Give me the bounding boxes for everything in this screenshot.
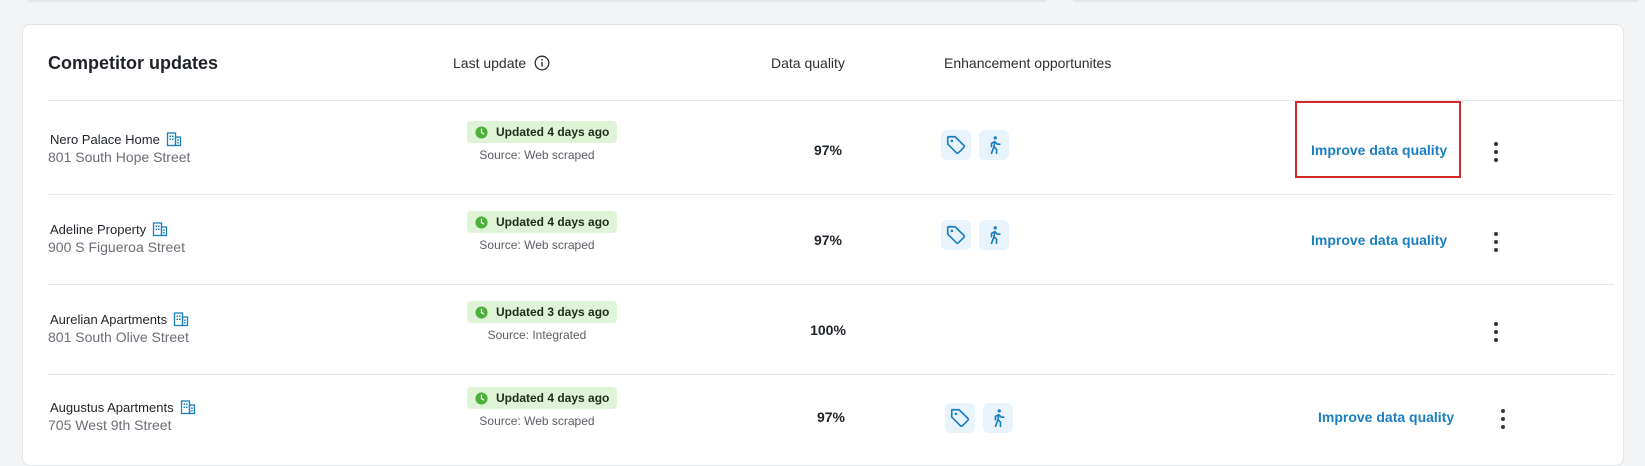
building-icon <box>173 311 189 327</box>
status-badge: Updated 4 days ago <box>467 387 618 409</box>
improve-data-quality-link[interactable]: Improve data quality <box>1311 142 1447 158</box>
clock-icon <box>475 215 488 229</box>
data-quality-value: 97% <box>816 409 846 425</box>
more-options-icon[interactable] <box>1487 230 1505 254</box>
property-name-label: Aurelian Apartments <box>50 311 168 327</box>
more-options-icon[interactable] <box>1487 140 1505 164</box>
clock-icon <box>475 305 488 319</box>
property-name-label: Augustus Apartments <box>50 399 174 415</box>
tag-icon[interactable] <box>941 220 971 250</box>
property-name[interactable]: Adeline Property <box>50 221 168 237</box>
status-text: Updated 4 days ago <box>496 125 610 139</box>
source-label: Source: Integrated <box>487 328 587 342</box>
source-label: Source: Web scraped <box>479 238 595 252</box>
info-icon[interactable] <box>534 55 550 71</box>
property-address: 801 South Olive Street <box>48 329 189 345</box>
table-header: Competitor updates Last update Data qual… <box>23 25 1623 100</box>
property-name-label: Adeline Property <box>50 221 147 237</box>
more-options-icon[interactable] <box>1494 407 1512 431</box>
property-address: 801 South Hope Street <box>48 149 191 165</box>
property-name[interactable]: Aurelian Apartments <box>50 311 189 327</box>
status-text: Updated 4 days ago <box>496 391 610 405</box>
building-icon <box>180 399 196 415</box>
column-header-last-update: Last update <box>453 55 550 71</box>
status-text: Updated 3 days ago <box>496 305 610 319</box>
column-header-last-update-label: Last update <box>453 55 527 71</box>
property-address: 900 S Figueroa Street <box>48 239 185 255</box>
previous-section-edge-right <box>1073 0 1638 2</box>
source-label: Source: Web scraped <box>479 148 595 162</box>
walking-person-icon[interactable] <box>979 220 1009 250</box>
column-header-enhancement: Enhancement opportunites <box>944 55 1112 71</box>
property-name-label: Nero Palace Home <box>50 131 160 147</box>
walking-person-icon[interactable] <box>983 403 1013 433</box>
competitor-updates-card: Competitor updates Last update Data qual… <box>22 24 1624 466</box>
improve-data-quality-link[interactable]: Improve data quality <box>1318 409 1454 425</box>
table-row[interactable]: Adeline Property 900 S Figueroa Street U… <box>23 191 1623 285</box>
walking-person-icon[interactable] <box>979 130 1009 160</box>
property-name[interactable]: Nero Palace Home <box>50 131 182 147</box>
property-name[interactable]: Augustus Apartments <box>50 399 196 415</box>
data-quality-value: 97% <box>813 142 843 158</box>
status-badge: Updated 4 days ago <box>467 211 618 233</box>
status-badge: Updated 3 days ago <box>467 301 618 323</box>
tag-icon[interactable] <box>945 403 975 433</box>
data-quality-value: 97% <box>813 232 843 248</box>
clock-icon <box>475 125 488 139</box>
status-badge: Updated 4 days ago <box>467 121 618 143</box>
building-icon <box>166 131 182 147</box>
more-options-icon[interactable] <box>1487 320 1505 344</box>
tag-icon[interactable] <box>941 130 971 160</box>
page-title: Competitor updates <box>48 53 219 73</box>
clock-icon <box>475 391 488 405</box>
column-header-data-quality: Data quality <box>771 55 845 71</box>
table-row[interactable]: Nero Palace Home 801 South Hope Street U… <box>23 101 1623 195</box>
previous-section-edge-left <box>28 0 1046 2</box>
table-row[interactable]: Augustus Apartments 705 West 9th Street … <box>23 371 1623 465</box>
data-quality-value: 100% <box>810 322 846 338</box>
status-text: Updated 4 days ago <box>496 215 610 229</box>
building-icon <box>152 221 168 237</box>
property-address: 705 West 9th Street <box>48 417 172 433</box>
improve-data-quality-link[interactable]: Improve data quality <box>1311 232 1447 248</box>
table-row[interactable]: Aurelian Apartments 801 South Olive Stre… <box>23 281 1623 375</box>
source-label: Source: Web scraped <box>479 414 595 428</box>
